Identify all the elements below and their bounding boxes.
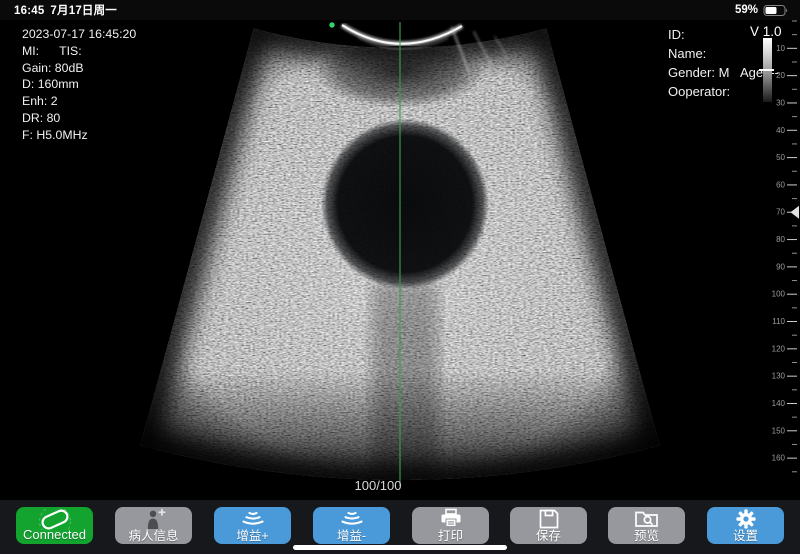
- gain-minus-button[interactable]: 增益-: [313, 507, 390, 544]
- focus-marker-arrow: [791, 206, 800, 219]
- patient-info-button[interactable]: 病人信息: [115, 507, 192, 544]
- svg-text:80: 80: [776, 235, 785, 244]
- settings-button[interactable]: 设置: [707, 507, 784, 544]
- svg-text:10: 10: [776, 44, 785, 53]
- settings-label: 设置: [733, 530, 758, 543]
- floppy-save-icon: [537, 508, 561, 530]
- dr-value: DR: 80: [22, 110, 136, 127]
- status-bar: 16:45 7月17日周一 59%: [0, 0, 800, 21]
- mi-label: MI:: [22, 44, 39, 58]
- battery-fill: [766, 7, 777, 14]
- anechoic-cyst: [321, 119, 489, 289]
- freq-value: F: H5.0MHz: [22, 127, 136, 144]
- connected-label: Connected: [23, 528, 86, 541]
- svg-text:120: 120: [772, 344, 786, 353]
- enh-value: Enh: 2: [22, 93, 136, 110]
- gain-minus-label: 增益-: [337, 530, 366, 543]
- gain-waves-icon: [240, 508, 266, 530]
- folder-preview-icon: [633, 508, 661, 530]
- battery-percent: 59%: [735, 4, 758, 16]
- frame-counter: 100/100: [340, 478, 416, 493]
- ultrasound-app-window: 16:45 7月17日周一 59%: [0, 0, 800, 554]
- svg-text:30: 30: [776, 98, 785, 107]
- svg-text:160: 160: [772, 454, 786, 463]
- preview-button[interactable]: 预览: [608, 507, 685, 544]
- svg-text:60: 60: [776, 180, 785, 189]
- preview-label: 预览: [634, 530, 659, 543]
- svg-text:140: 140: [772, 399, 786, 408]
- scan-parameters-panel: 2023-07-17 16:45:20 MI: TIS: Gain: 80dB D…: [22, 26, 136, 144]
- gain-waves-icon: [339, 508, 365, 530]
- svg-text:70: 70: [776, 208, 785, 217]
- svg-text:90: 90: [776, 262, 785, 271]
- svg-text:40: 40: [776, 126, 785, 135]
- svg-text:110: 110: [772, 317, 785, 326]
- battery-icon: [763, 4, 790, 17]
- svg-text:50: 50: [776, 153, 785, 162]
- home-indicator[interactable]: [293, 545, 507, 550]
- status-datetime: 16:45 7月17日周一: [14, 2, 123, 18]
- gain-value: Gain: 80dB: [22, 60, 136, 77]
- gain-plus-label: 增益+: [236, 530, 268, 543]
- status-time: 16:45: [14, 5, 44, 17]
- gear-icon: [734, 508, 758, 530]
- save-label: 保存: [536, 530, 561, 543]
- gain-plus-button[interactable]: 增益+: [214, 507, 291, 544]
- printer-icon: [438, 508, 464, 530]
- patient-info-label: 病人信息: [128, 530, 178, 543]
- svg-text:20: 20: [776, 71, 785, 80]
- ultrasound-image-area[interactable]: 2023-07-17 16:45:20 MI: TIS: Gain: 80dB D…: [0, 20, 800, 500]
- svg-text:100: 100: [772, 290, 786, 299]
- status-date: 7月17日周一: [50, 5, 117, 17]
- orientation-dot: [329, 22, 334, 27]
- connected-button[interactable]: Connected: [16, 507, 93, 544]
- save-button[interactable]: 保存: [510, 507, 587, 544]
- patient-gender: Gender: M: [668, 65, 729, 80]
- print-label: 打印: [438, 530, 463, 543]
- depth-ruler: 10 20 30 40 50 60 70 80 90 100 110 120 130 140 150 160: [755, 20, 800, 500]
- tis-label: TIS:: [59, 44, 82, 58]
- depth-value: D: 160mm: [22, 76, 136, 93]
- svg-text:150: 150: [772, 426, 786, 435]
- scan-datetime: 2023-07-17 16:45:20: [22, 26, 136, 43]
- patient-add-icon: [141, 508, 167, 530]
- svg-text:130: 130: [772, 372, 786, 381]
- print-button[interactable]: 打印: [412, 507, 489, 544]
